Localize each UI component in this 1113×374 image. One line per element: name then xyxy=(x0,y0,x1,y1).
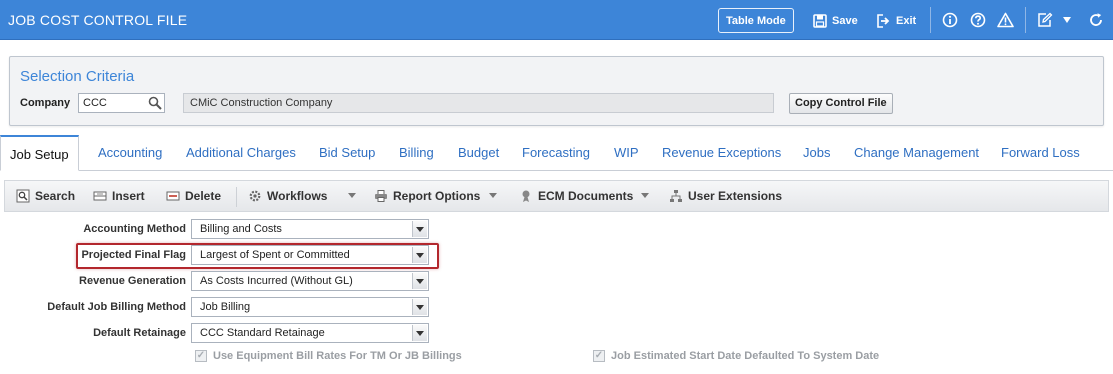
ecm-documents-dropdown-caret[interactable] xyxy=(641,193,649,198)
tab-forecasting[interactable]: Forecasting xyxy=(522,145,590,160)
default-job-billing-method-select[interactable]: Job Billing xyxy=(191,297,429,317)
insert-label: Insert xyxy=(112,189,145,203)
tab-change-management[interactable]: Change Management xyxy=(854,145,979,160)
table-mode-button[interactable]: Table Mode xyxy=(718,8,794,33)
tab-bar: Job Setup Accounting Additional Charges … xyxy=(0,134,1113,171)
edit-icon[interactable] xyxy=(1036,11,1053,28)
title-bar: JOB COST CONTROL FILE Table Mode Save Ex… xyxy=(0,0,1113,40)
company-label: Company xyxy=(20,97,71,109)
exit-icon xyxy=(877,13,890,28)
accounting-method-select[interactable]: Billing and Costs xyxy=(191,219,429,239)
action-toolbar: Search Insert Delete Workflows Report Op… xyxy=(4,180,1109,212)
delete-label: Delete xyxy=(185,189,222,203)
default-retainage-value: CCC Standard Retainage xyxy=(200,327,325,339)
projected-final-flag-label: Projected Final Flag xyxy=(81,249,186,261)
report-options-dropdown-caret[interactable] xyxy=(489,193,497,198)
checkbox-checked-icon[interactable]: ✓ xyxy=(593,350,605,362)
copy-control-file-button[interactable]: Copy Control File xyxy=(789,93,893,114)
delete-icon xyxy=(166,191,180,201)
projected-final-flag-value: Largest of Spent or Committed xyxy=(200,249,350,261)
chevron-down-icon[interactable] xyxy=(412,221,427,237)
hierarchy-icon xyxy=(670,190,682,202)
workflows-button[interactable]: Workflows xyxy=(248,189,327,203)
revenue-generation-value: As Costs Incurred (Without GL) xyxy=(200,275,353,287)
workflows-label: Workflows xyxy=(267,189,328,203)
tab-forward-loss[interactable]: Forward Loss xyxy=(1001,145,1080,160)
company-name-field: CMiC Construction Company xyxy=(183,93,774,113)
ecm-documents-label: ECM Documents xyxy=(538,189,634,203)
warning-icon[interactable] xyxy=(997,11,1014,28)
tab-additional-charges[interactable]: Additional Charges xyxy=(186,145,296,160)
default-job-billing-method-label: Default Job Billing Method xyxy=(47,301,186,313)
default-retainage-label: Default Retainage xyxy=(93,327,186,339)
report-options-label: Report Options xyxy=(393,189,481,203)
projected-final-flag-select[interactable]: Largest of Spent or Committed xyxy=(191,245,429,265)
start-date-default-checkbox[interactable]: ✓ Job Estimated Start Date Defaulted To … xyxy=(593,350,879,362)
report-options-button[interactable]: Report Options xyxy=(374,189,480,203)
toolbar-divider xyxy=(1025,7,1026,33)
info-icon[interactable] xyxy=(941,11,958,28)
selection-criteria-panel: Selection Criteria Company CCC CMiC Cons… xyxy=(9,56,1104,126)
workflows-dropdown-caret[interactable] xyxy=(348,193,356,198)
tab-billing[interactable]: Billing xyxy=(399,145,434,160)
delete-button[interactable]: Delete xyxy=(166,189,221,203)
revenue-generation-select[interactable]: As Costs Incurred (Without GL) xyxy=(191,271,429,291)
gear-icon xyxy=(249,190,261,202)
refresh-icon[interactable] xyxy=(1087,11,1104,28)
tab-bid-setup[interactable]: Bid Setup xyxy=(319,145,375,160)
save-icon xyxy=(813,13,827,28)
start-date-default-label: Job Estimated Start Date Defaulted To Sy… xyxy=(611,350,880,362)
insert-button[interactable]: Insert xyxy=(93,189,145,203)
equipment-bill-rates-checkbox[interactable]: ✓ Use Equipment Bill Rates For TM Or JB … xyxy=(195,350,462,362)
tab-accounting[interactable]: Accounting xyxy=(98,145,162,160)
help-icon[interactable] xyxy=(969,11,986,28)
default-job-billing-method-value: Job Billing xyxy=(200,301,251,313)
tab-revenue-exceptions[interactable]: Revenue Exceptions xyxy=(662,145,781,160)
toolbar-divider xyxy=(236,187,237,207)
search-button[interactable]: Search xyxy=(16,189,75,203)
search-label: Search xyxy=(35,189,76,203)
revenue-generation-label: Revenue Generation xyxy=(79,275,186,287)
tab-budget[interactable]: Budget xyxy=(458,145,499,160)
search-icon[interactable] xyxy=(148,96,162,110)
chevron-down-icon[interactable] xyxy=(1058,11,1075,28)
user-extensions-button[interactable]: User Extensions xyxy=(669,189,782,203)
selection-criteria-title: Selection Criteria xyxy=(20,68,135,85)
save-button[interactable]: Save xyxy=(813,8,858,33)
save-label: Save xyxy=(832,14,858,27)
user-extensions-label: User Extensions xyxy=(688,189,783,203)
tab-job-setup[interactable]: Job Setup xyxy=(0,135,79,171)
chevron-down-icon[interactable] xyxy=(412,247,427,263)
default-retainage-select[interactable]: CCC Standard Retainage xyxy=(191,323,429,343)
page-title: JOB COST CONTROL FILE xyxy=(8,12,188,28)
ecm-documents-button[interactable]: ECM Documents xyxy=(519,189,633,203)
checkbox-checked-icon[interactable]: ✓ xyxy=(195,350,207,362)
search-icon xyxy=(16,189,30,203)
insert-icon xyxy=(93,191,107,201)
accounting-method-value: Billing and Costs xyxy=(200,223,282,235)
exit-label: Exit xyxy=(896,14,917,27)
chevron-down-icon[interactable] xyxy=(412,325,427,341)
equipment-bill-rates-label: Use Equipment Bill Rates For TM Or JB Bi… xyxy=(213,350,462,362)
chevron-down-icon[interactable] xyxy=(412,299,427,315)
toolbar-divider xyxy=(930,7,931,33)
accounting-method-label: Accounting Method xyxy=(83,223,186,235)
tab-wip[interactable]: WIP xyxy=(614,145,639,160)
ecm-documents-icon xyxy=(522,190,530,202)
printer-icon xyxy=(375,190,387,202)
tab-jobs[interactable]: Jobs xyxy=(803,145,830,160)
chevron-down-icon[interactable] xyxy=(412,273,427,289)
exit-button[interactable]: Exit xyxy=(876,8,916,33)
